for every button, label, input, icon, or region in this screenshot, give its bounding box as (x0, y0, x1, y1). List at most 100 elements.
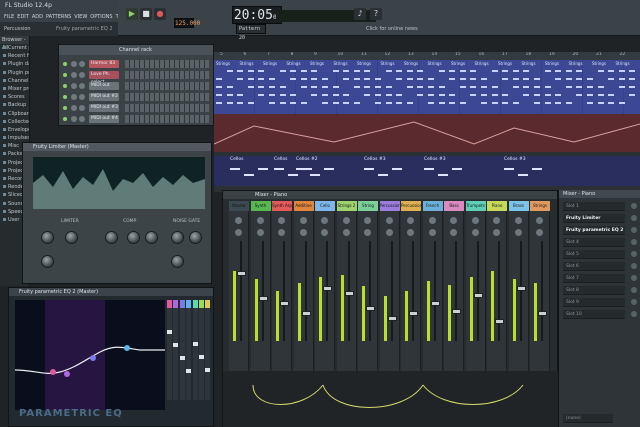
pan-knob[interactable] (71, 105, 77, 111)
stereo-knob[interactable] (235, 229, 242, 236)
output-selector[interactable]: (none) (563, 414, 613, 423)
volume-knob[interactable] (79, 72, 85, 78)
ratio-knob[interactable] (127, 231, 140, 244)
stereo-knob[interactable] (407, 229, 414, 236)
volume-knob[interactable] (79, 105, 85, 111)
fader-handle[interactable] (280, 301, 289, 306)
stop-icon[interactable]: ■ (140, 8, 152, 20)
browser-item[interactable]: Envelopes (0, 126, 29, 134)
stereo-knob[interactable] (428, 229, 436, 236)
effect-slot[interactable]: Slot 1 (563, 202, 637, 211)
fader-handle[interactable] (516, 286, 526, 291)
stereo-knob[interactable] (342, 229, 350, 236)
pan-knob[interactable] (71, 72, 77, 78)
effect-slot[interactable]: Slot 8 (563, 286, 637, 295)
fader-handle[interactable] (366, 306, 375, 311)
effect-slot[interactable]: Slot 5 (563, 250, 637, 259)
fader-handle[interactable] (237, 271, 246, 276)
eq-slider-handle[interactable] (173, 343, 179, 347)
eq-band-slider[interactable] (179, 300, 185, 400)
eq-band-slider[interactable] (186, 300, 192, 400)
eq-slider-handle[interactable] (192, 342, 198, 346)
pan-knob[interactable] (450, 217, 457, 224)
pan-knob[interactable] (71, 94, 77, 100)
stereo-knob[interactable] (536, 229, 543, 236)
step-sequencer[interactable] (125, 71, 209, 79)
menu-item[interactable]: PATTERNS (46, 12, 71, 22)
knee-knob[interactable] (145, 231, 158, 244)
eq-band-slider[interactable] (192, 300, 198, 400)
pan-knob[interactable] (71, 83, 77, 89)
pan-knob[interactable] (493, 217, 500, 224)
channel-led[interactable] (63, 117, 67, 121)
browser-item[interactable]: Mixer presets (0, 85, 29, 93)
eq-band-slider[interactable] (205, 300, 211, 400)
help-icon[interactable]: ? (370, 8, 382, 20)
fader-handle[interactable] (430, 301, 440, 306)
fader-handle[interactable] (301, 311, 311, 316)
channel-name[interactable]: MIDI out #4 (89, 115, 119, 123)
effect-slot[interactable]: Slot 7 (563, 274, 637, 283)
online-news[interactable]: Click for online news (366, 26, 426, 35)
threshold-knob[interactable] (105, 231, 118, 244)
browser-item[interactable]: Plugin database (0, 60, 29, 68)
pan-knob[interactable] (536, 217, 543, 224)
channel-row[interactable]: MIDI out #2 (63, 92, 211, 102)
sustain-knob[interactable] (171, 255, 184, 268)
volume-knob[interactable] (79, 94, 85, 100)
effect-slot[interactable]: Fruity Limiter (563, 214, 637, 223)
eq-graph[interactable] (15, 300, 165, 410)
cellos-clip[interactable]: Cellos Cellos Cellos #2 Cellos #3 Cellos #3 C… (214, 156, 640, 186)
play-icon[interactable]: ▶ (126, 8, 138, 20)
channel-led[interactable] (63, 106, 67, 110)
channel-row[interactable]: Love Ph. select (63, 70, 211, 85)
stereo-knob[interactable] (471, 229, 479, 236)
browser-item[interactable]: Plugin presets (0, 69, 29, 77)
slot-enable-icon[interactable] (631, 263, 637, 269)
slot-enable-icon[interactable] (631, 251, 637, 257)
eq-band-slider[interactable] (199, 300, 204, 400)
stereo-knob[interactable] (514, 229, 522, 236)
pan-knob[interactable] (428, 217, 436, 224)
stereo-knob[interactable] (278, 229, 285, 236)
eq-slider-handle[interactable] (205, 368, 211, 372)
menu-item[interactable]: EDIT (17, 12, 29, 22)
gain-knob[interactable] (41, 231, 54, 244)
stereo-knob[interactable] (385, 229, 393, 236)
channel-name[interactable]: Love Ph. select (89, 71, 119, 85)
slot-enable-icon[interactable] (631, 287, 637, 293)
slot-enable-icon[interactable] (631, 311, 637, 317)
eq-band-slider[interactable] (167, 300, 172, 400)
channel-name[interactable]: Harmor 83 (89, 60, 119, 68)
pan-knob[interactable] (71, 116, 77, 122)
mic-icon[interactable]: ♪ (354, 8, 366, 20)
eq-slider-handle[interactable] (179, 356, 185, 360)
channel-name[interactable]: MIDI out #2 (89, 93, 119, 101)
channel-row[interactable]: MIDI out (63, 81, 211, 91)
channel-row[interactable]: MIDI out #3 (63, 103, 211, 113)
pan-knob[interactable] (71, 61, 77, 67)
step-sequencer[interactable] (125, 93, 209, 101)
pan-knob[interactable] (278, 217, 285, 224)
browser-item[interactable]: Collected (0, 118, 29, 126)
channel-led[interactable] (63, 95, 67, 99)
stereo-knob[interactable] (450, 229, 457, 236)
pan-knob[interactable] (471, 217, 479, 224)
channel-led[interactable] (63, 62, 67, 66)
menu-item[interactable]: OPTIONS (90, 12, 112, 22)
pan-knob[interactable] (385, 217, 393, 224)
volume-knob[interactable] (79, 61, 85, 67)
playlist-ruler[interactable]: 5 6 7 8 9 10 11 12 13 14 15 16 17 18 19 20 21 22 (214, 52, 640, 60)
step-sequencer[interactable] (125, 60, 209, 68)
eq-slider-handle[interactable] (167, 330, 172, 334)
effect-slot[interactable]: Fruity parametric EQ 2 (563, 226, 637, 235)
channel-led[interactable] (63, 84, 67, 88)
effect-slot[interactable]: Slot 6 (563, 262, 637, 271)
pan-knob[interactable] (321, 217, 328, 224)
step-sequencer[interactable] (125, 104, 209, 112)
stereo-knob[interactable] (364, 229, 371, 236)
channel-name[interactable]: MIDI out (89, 82, 119, 90)
slot-enable-icon[interactable] (631, 227, 637, 233)
fader-handle[interactable] (344, 291, 354, 296)
browser-item[interactable]: Recent files (0, 52, 29, 60)
